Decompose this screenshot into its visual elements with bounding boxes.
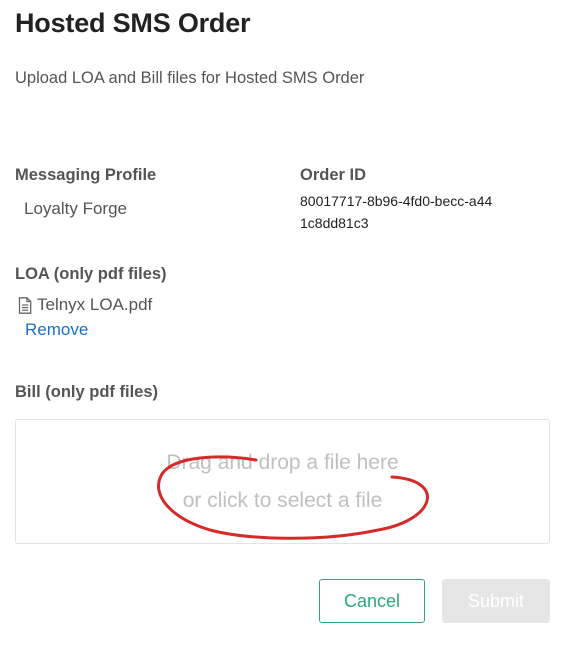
- hosted-sms-order-page: Hosted SMS Order Upload LOA and Bill fil…: [0, 0, 578, 655]
- page-title: Hosted SMS Order: [15, 8, 251, 38]
- loa-file-item: Telnyx LOA.pdf: [18, 295, 152, 315]
- order-id-label: Order ID: [300, 166, 367, 184]
- loa-file-name: Telnyx LOA.pdf: [37, 295, 153, 314]
- remove-loa-link[interactable]: Remove: [25, 320, 88, 340]
- bill-file-dropzone[interactable]: Drag and drop a file here or click to se…: [15, 419, 550, 544]
- dropzone-text-line2: or click to select a file: [182, 489, 383, 512]
- cancel-button[interactable]: Cancel: [319, 579, 425, 623]
- loa-label: LOA (only pdf files): [15, 265, 167, 283]
- messaging-profile-label: Messaging Profile: [15, 166, 157, 184]
- document-icon: [18, 296, 32, 314]
- bill-label: Bill (only pdf files): [15, 383, 158, 401]
- submit-button[interactable]: Submit: [442, 579, 550, 623]
- messaging-profile-value: Loyalty Forge: [24, 199, 127, 218]
- dropzone-text-line1: Drag and drop a file here: [166, 451, 399, 474]
- order-id-value: 80017717-8b96-4fd0-becc-a441c8dd81c3: [300, 193, 493, 231]
- page-subtitle: Upload LOA and Bill files for Hosted SMS…: [15, 69, 365, 87]
